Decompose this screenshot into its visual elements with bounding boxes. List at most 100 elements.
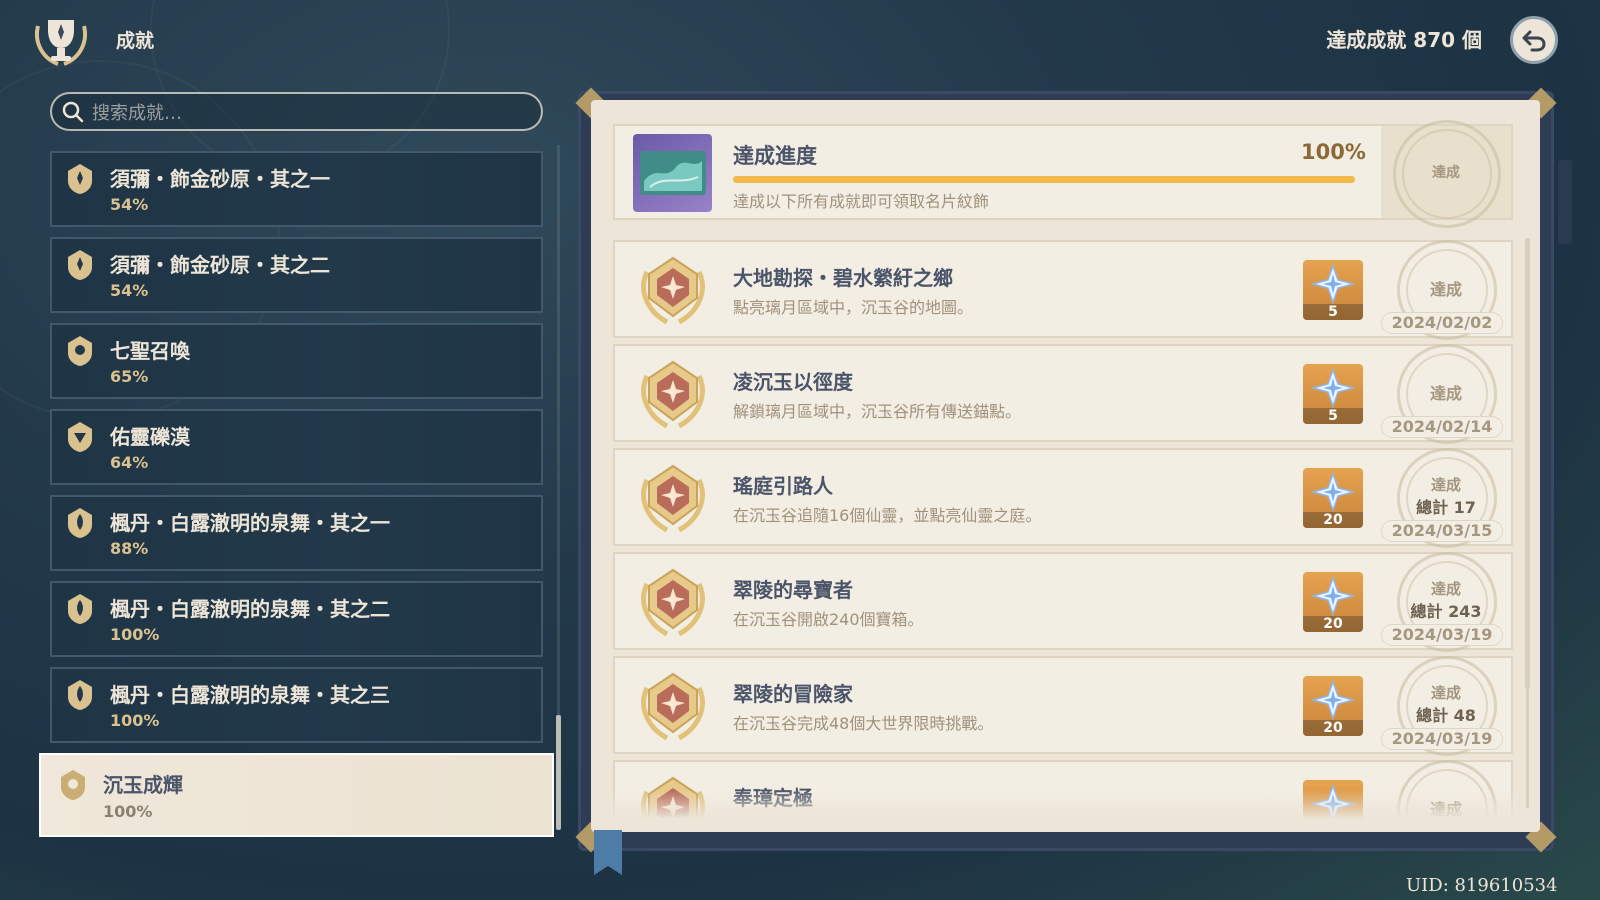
- reward-item[interactable]: 5: [1303, 364, 1363, 424]
- stamp-label: 達成: [1432, 165, 1460, 181]
- progress-bar: [733, 176, 1355, 183]
- stamp-total: 總計 17: [1416, 498, 1476, 517]
- achievement-badge-icon: [68, 250, 92, 280]
- stamp-label: 達成: [1430, 580, 1461, 598]
- achievement-list: 大地勘探・碧水縈紆之鄉 點亮璃月區域中，沉玉谷的地圖。 5 達成 2024/02…: [613, 240, 1513, 822]
- completion-date: 2024/03/19: [1381, 728, 1503, 750]
- progress-percent: 100%: [1301, 140, 1366, 164]
- category-label: 須彌・飾金砂原・其之二: [110, 253, 330, 277]
- category-label: 佑靈礫漠: [110, 425, 190, 449]
- category-percent: 100%: [103, 802, 153, 821]
- achievement-title: 瑤庭引路人: [733, 474, 833, 498]
- gold-medal-icon: [641, 360, 705, 429]
- completion-date: 2024/02/14: [1381, 416, 1503, 438]
- back-button[interactable]: [1510, 16, 1558, 64]
- primogem-icon: [1310, 471, 1356, 513]
- reward-item[interactable]: 20: [1303, 572, 1363, 632]
- category-item-selected[interactable]: 沉玉成輝 100%: [39, 753, 554, 837]
- trophy-laurel-icon: [35, 20, 87, 66]
- achievement-count: 達成成就 870 個: [1326, 28, 1482, 52]
- search-icon: [62, 101, 84, 122]
- reward-count: 5: [1303, 304, 1363, 320]
- category-scroll-thumb[interactable]: [556, 715, 561, 830]
- category-percent: 65%: [110, 367, 149, 386]
- achievement-row[interactable]: 翠陵的尋寶者 在沉玉谷開啟240個寶箱。 20 達成 總計 243 2024/0…: [613, 552, 1513, 652]
- achievement-badge-icon: [68, 336, 92, 366]
- player-uid: UID: 819610534: [1406, 875, 1558, 896]
- category-item[interactable]: 楓丹・白露澈明的泉舞・其之二 100%: [50, 581, 543, 657]
- gold-medal-icon: [641, 464, 705, 533]
- stamp-label: 達成: [1430, 684, 1461, 702]
- category-item[interactable]: 須彌・飾金砂原・其之二 54%: [50, 237, 543, 313]
- achievement-badge-icon: [68, 164, 92, 194]
- achievement-row[interactable]: 瑤庭引路人 在沉玉谷追隨16個仙靈，並點亮仙靈之庭。 20 達成 總計 17 2…: [613, 448, 1513, 548]
- achievement-title: 凌沉玉以徑度: [733, 370, 853, 394]
- achievement-row[interactable]: 大地勘探・碧水縈紆之鄉 點亮璃月區域中，沉玉谷的地圖。 5 達成 2024/02…: [613, 240, 1513, 340]
- achievement-badge-icon: [68, 680, 92, 710]
- progress-title: 達成進度: [733, 144, 817, 168]
- category-label: 楓丹・白露澈明的泉舞・其之三: [110, 683, 390, 707]
- achievement-badge-icon: [68, 422, 92, 452]
- achievement-description: 點亮璃月區域中，沉玉谷的地圖。: [733, 298, 974, 317]
- category-label: 楓丹・白露澈明的泉舞・其之一: [110, 511, 390, 535]
- gold-medal-icon: [641, 256, 705, 325]
- primogem-icon: [1310, 367, 1356, 409]
- category-label: 楓丹・白露澈明的泉舞・其之二: [110, 597, 390, 621]
- gold-medal-icon: [641, 672, 705, 741]
- top-bar: 成就 達成成就 870 個: [0, 0, 1600, 80]
- achievement-description: 解鎖璃月區域中，沉玉谷所有傳送錨點。: [733, 402, 1022, 421]
- stamp-label: 達成: [1430, 476, 1461, 494]
- category-percent: 100%: [110, 625, 160, 644]
- achievement-description: 在沉玉谷完成48個大世界限時挑戰。: [733, 714, 994, 733]
- reward-count: 20: [1303, 512, 1363, 528]
- category-item[interactable]: 須彌・飾金砂原・其之一 54%: [50, 151, 543, 227]
- gold-medal-icon: [641, 568, 705, 637]
- page-title: 成就: [116, 30, 155, 52]
- stamp-label: 達成: [1429, 384, 1462, 403]
- reward-item[interactable]: 5: [1303, 260, 1363, 320]
- category-item[interactable]: 楓丹・白露澈明的泉舞・其之一 88%: [50, 495, 543, 571]
- primogem-icon: [1310, 679, 1356, 721]
- category-list: 須彌・飾金砂原・其之一 54% 須彌・飾金砂原・其之二 54% 七聖召喚 65%…: [39, 151, 554, 847]
- achievement-title: 翠陵的尋寶者: [733, 578, 853, 602]
- achievement-badge-icon: [68, 594, 92, 624]
- back-arrow-icon: [1522, 30, 1546, 52]
- category-item[interactable]: 佑靈礫漠 64%: [50, 409, 543, 485]
- primogem-icon: [1310, 575, 1356, 617]
- search-placeholder: 搜索成就…: [92, 102, 182, 124]
- reward-count: 20: [1303, 616, 1363, 632]
- achievement-description: 在沉玉谷追隨16個仙靈，並點亮仙靈之庭。: [733, 506, 1042, 525]
- namecard-icon: [633, 134, 712, 212]
- achievement-scroll-thumb[interactable]: [1525, 238, 1530, 688]
- progress-bar-fill: [733, 176, 1355, 183]
- category-percent: 64%: [110, 453, 149, 472]
- completion-date: 2024/02/02: [1381, 312, 1503, 334]
- completion-date: 2024/03/15: [1381, 520, 1503, 542]
- category-label: 沉玉成輝: [103, 773, 183, 797]
- reward-count: 5: [1303, 408, 1363, 424]
- search-input[interactable]: 搜索成就…: [50, 92, 543, 131]
- primogem-icon: [1310, 263, 1356, 305]
- category-item[interactable]: 楓丹・白露澈明的泉舞・其之三 100%: [50, 667, 543, 743]
- completion-date: 2024/03/19: [1381, 624, 1503, 646]
- category-label: 須彌・飾金砂原・其之一: [110, 167, 330, 191]
- progress-description: 達成以下所有成就即可領取名片紋飾: [733, 192, 990, 211]
- stamp-label: 達成: [1429, 280, 1462, 299]
- stamp-total: 總計 48: [1416, 706, 1476, 725]
- reward-item[interactable]: 20: [1303, 676, 1363, 736]
- category-percent: 54%: [110, 195, 149, 214]
- category-item[interactable]: 七聖召喚 65%: [50, 323, 543, 399]
- achievement-badge-icon: [61, 770, 85, 800]
- book-side-tab: [1558, 160, 1572, 244]
- category-percent: 88%: [110, 539, 149, 558]
- reward-item[interactable]: 20: [1303, 468, 1363, 528]
- bookmark-ribbon: [594, 830, 622, 875]
- achievement-row[interactable]: 凌沉玉以徑度 解鎖璃月區域中，沉玉谷所有傳送錨點。 5 達成 2024/02/1…: [613, 344, 1513, 444]
- achievement-title: 翠陵的冒險家: [733, 682, 853, 706]
- achievement-badge-icon: [68, 508, 92, 538]
- achievement-description: 在沉玉谷開啟240個寶箱。: [733, 610, 924, 629]
- category-label: 七聖召喚: [110, 339, 190, 363]
- list-fade-overlay: [613, 790, 1513, 824]
- progress-stamp-zone: 達成: [1381, 120, 1511, 228]
- achievement-row[interactable]: 翠陵的冒險家 在沉玉谷完成48個大世界限時挑戰。 20 達成 總計 48 202…: [613, 656, 1513, 756]
